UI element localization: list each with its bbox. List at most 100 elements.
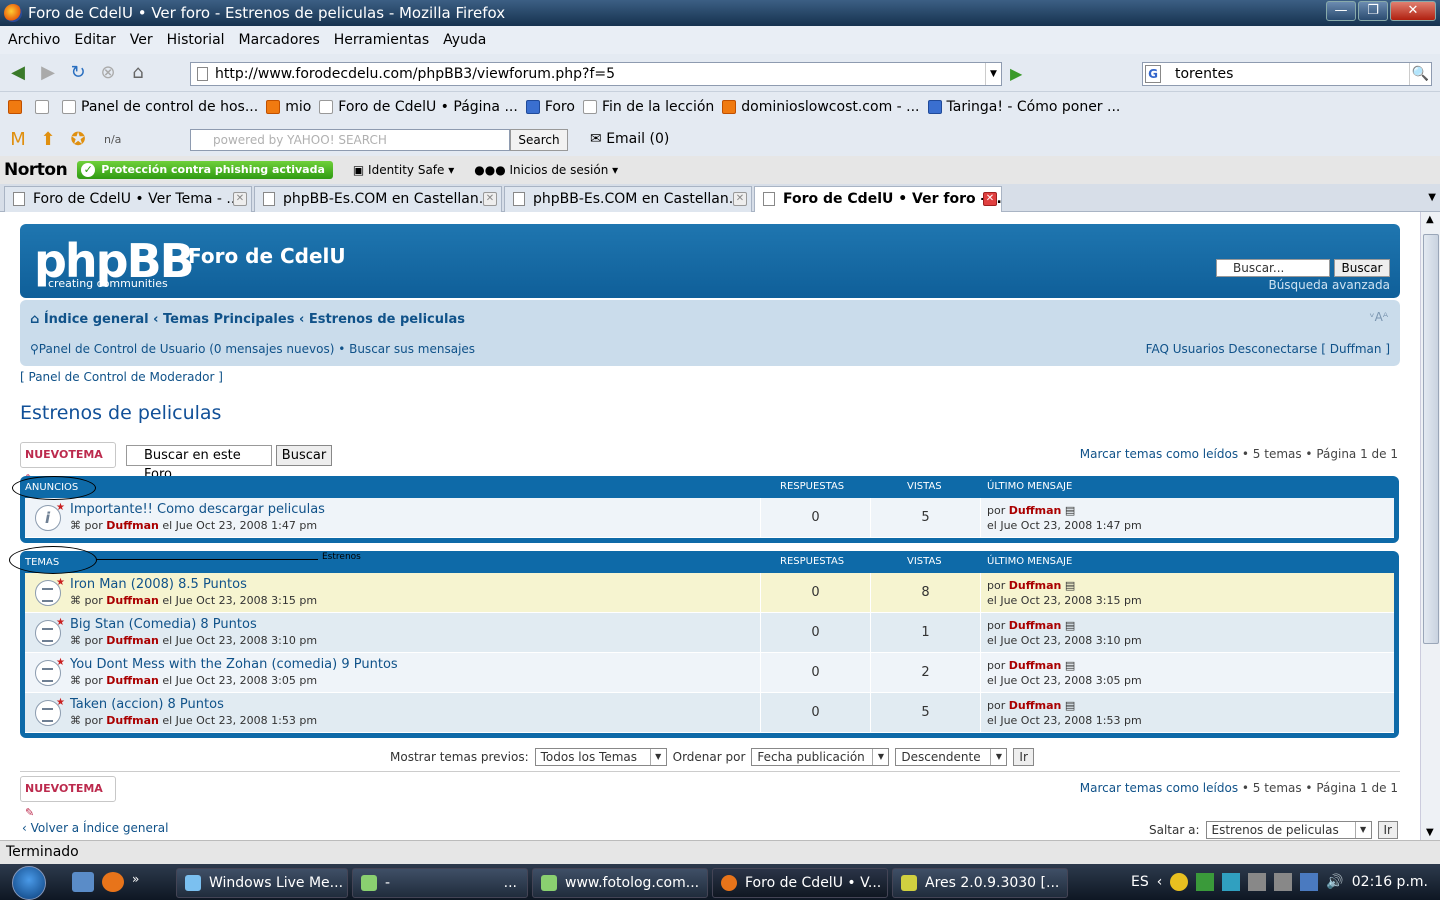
user-control-panel-link[interactable]: ⚲Panel de Control de Usuario (0 mensajes… [30,342,475,356]
taskbar-item-chat[interactable]: -... [352,868,528,898]
forum-search-input[interactable]: Buscar en este Foro [126,445,272,482]
bookmark-item[interactable] [8,100,27,114]
minimize-button[interactable]: — [1326,1,1356,21]
menu-marcadores[interactable]: Marcadores [239,32,320,48]
network-tray-icon[interactable] [1300,873,1319,891]
identity-safe-button[interactable]: ▣ Identity Safe ▾ [353,163,454,177]
view-latest-icon[interactable]: ▤ [1065,619,1075,632]
tab-list-icon[interactable]: ▼ [1428,192,1436,203]
menu-herramientas[interactable]: Herramientas [334,32,429,48]
volume-icon[interactable]: 🔊 [1326,874,1343,890]
view-latest-icon[interactable]: ▤ [1065,699,1075,712]
close-tab-icon[interactable]: ✕ [983,192,997,206]
view-latest-icon[interactable]: ▤ [1065,659,1075,672]
url-bar[interactable]: http://www.forodecdelu.com/phpBB3/viewfo… [190,62,1002,86]
tab-1[interactable]: Foro de CdelU • Ver Tema - ... ✕ [4,186,252,212]
last-author[interactable]: Duffman [1009,579,1062,592]
sort-key-select[interactable]: Fecha publicación ▼ [751,748,890,766]
show-desktop-icon[interactable] [72,872,94,892]
taskbar-item-messenger[interactable]: Windows Live Me... [176,868,348,898]
scroll-up-icon[interactable]: ▲ [1426,214,1434,225]
logins-button[interactable]: ●●● Inicios de sesión ▾ [474,163,618,177]
tab-3[interactable]: phpBB-Es.COM en Castellan... ✕ [504,186,752,212]
language-indicator[interactable]: ES [1131,874,1149,890]
bookmark-item[interactable] [35,100,54,114]
last-author[interactable]: Duffman [1009,699,1062,712]
back-icon[interactable]: ◀ [6,61,30,85]
sort-days-select[interactable]: Todos los Temas ▼ [534,748,667,766]
up-arrow-icon[interactable]: ⬆ [36,127,60,151]
header-search-input[interactable]: Buscar... [1216,259,1330,277]
search-engine-icon[interactable]: G [1145,65,1161,83]
bookmark-item[interactable]: dominioslowcost.com - ... [722,99,920,115]
topic-title[interactable]: Taken (accion) 8 Puntos [70,697,224,712]
maximize-button[interactable]: ❐ [1358,1,1388,21]
taskbar-item-ares[interactable]: Ares 2.0.9.3030 [... [892,868,1068,898]
forum-title[interactable]: Estrenos de peliculas [20,402,221,424]
jump-select[interactable]: Estrenos de peliculas ▼ [1205,821,1372,839]
menu-historial[interactable]: Historial [167,32,225,48]
menu-ayuda[interactable]: Ayuda [443,32,486,48]
yahoo-m-icon[interactable]: M [6,127,30,151]
yahoo-email-button[interactable]: ✉ Email (0) [590,131,669,147]
close-tab-icon[interactable]: ✕ [483,192,497,206]
close-tab-icon[interactable]: ✕ [233,192,247,206]
menu-ver[interactable]: Ver [130,32,153,48]
topic-title[interactable]: You Dont Mess with the Zohan (comedia) 9… [70,657,398,672]
tab-2[interactable]: phpBB-Es.COM en Castellan... ✕ [254,186,502,212]
topic-title[interactable]: Big Stan (Comedia) 8 Puntos [70,617,257,632]
numlock-tray-icon[interactable] [1274,873,1293,891]
bookmark-item[interactable]: Foro [525,99,575,115]
bookmark-item[interactable]: Panel de control de hos... [62,99,258,115]
star-icon[interactable]: ✪ [66,127,90,151]
mark-read-link[interactable]: Marcar temas como leídos [1080,447,1238,461]
header-search-button[interactable]: Buscar [1334,259,1390,277]
topic-title[interactable]: Iron Man (2008) 8.5 Puntos [70,577,247,592]
jump-go-button[interactable]: Ir [1377,821,1398,839]
capslock-tray-icon[interactable] [1248,873,1267,891]
more-chevron-icon[interactable]: » [132,872,139,892]
messenger-tray-icon[interactable] [1222,873,1241,891]
tab-4-active[interactable]: Foro de CdelU • Ver foro - ... ✕ [754,186,1002,213]
forum-search-button[interactable]: Buscar [276,445,332,466]
view-latest-icon[interactable]: ▤ [1065,504,1075,517]
mark-read-link[interactable]: Marcar temas como leídos [1080,781,1238,795]
breadcrumb[interactable]: ⌂ Índice general ‹ Temas Principales ‹ E… [30,312,465,327]
menu-editar[interactable]: Editar [74,32,115,48]
moderator-panel-link[interactable]: [ Panel de Control de Moderador ] [20,370,223,384]
close-window-button[interactable]: ✕ [1390,1,1436,21]
scroll-down-icon[interactable]: ▼ [1426,827,1434,838]
topic-author[interactable]: Duffman [106,519,159,532]
taskbar-item-firefox[interactable]: Foro de CdelU • V... [712,868,888,898]
taskbar-item-fotolog[interactable]: www.fotolog.com... [532,868,708,898]
stop-icon[interactable]: ⊗ [96,61,120,85]
new-topic-button-bottom[interactable]: NUEVOTEMA ✎ [20,776,116,819]
home-icon[interactable]: ⌂ [126,61,150,85]
scroll-thumb[interactable] [1423,234,1439,644]
forward-icon[interactable]: ▶ [36,61,60,85]
bookmark-item[interactable]: mio [266,99,311,115]
sort-go-button[interactable]: Ir [1013,748,1034,766]
topic-author[interactable]: Duffman [106,714,159,727]
norton-tray-icon[interactable] [1170,873,1189,891]
url-dropdown-icon[interactable]: ▼ [985,63,1001,85]
bookmark-item[interactable]: Fin de la lección [582,99,714,115]
topic-author[interactable]: Duffman [106,674,159,687]
sort-dir-select[interactable]: Descendente ▼ [895,748,1008,766]
reload-icon[interactable]: ↻ [66,61,90,85]
new-topic-button[interactable]: NUEVOTEMA ✎ [20,442,116,485]
bookmark-item[interactable]: Foro de CdelU • Página ... [319,99,518,115]
user-links[interactable]: FAQ Usuarios Desconectarse [ Duffman ] [1146,342,1390,356]
last-author[interactable]: Duffman [1009,619,1062,632]
topic-title[interactable]: Importante!! Como descargar peliculas [70,502,325,517]
view-latest-icon[interactable]: ▤ [1065,579,1075,592]
phishing-status[interactable]: ✓ Protección contra phishing activada [77,161,333,179]
back-to-index-link[interactable]: ‹ Volver a Índice general [22,821,168,835]
topic-author[interactable]: Duffman [106,594,159,607]
search-icon[interactable]: 🔍 [1409,63,1431,85]
font-size-control[interactable]: ᵛAᴬ [1370,310,1388,324]
firefox-quicklaunch-icon[interactable] [102,872,124,892]
last-author[interactable]: Duffman [1009,504,1062,517]
bookmark-item[interactable]: Taringa! - Cómo poner ... [927,99,1120,115]
clock[interactable]: 02:16 p.m. [1352,874,1428,890]
